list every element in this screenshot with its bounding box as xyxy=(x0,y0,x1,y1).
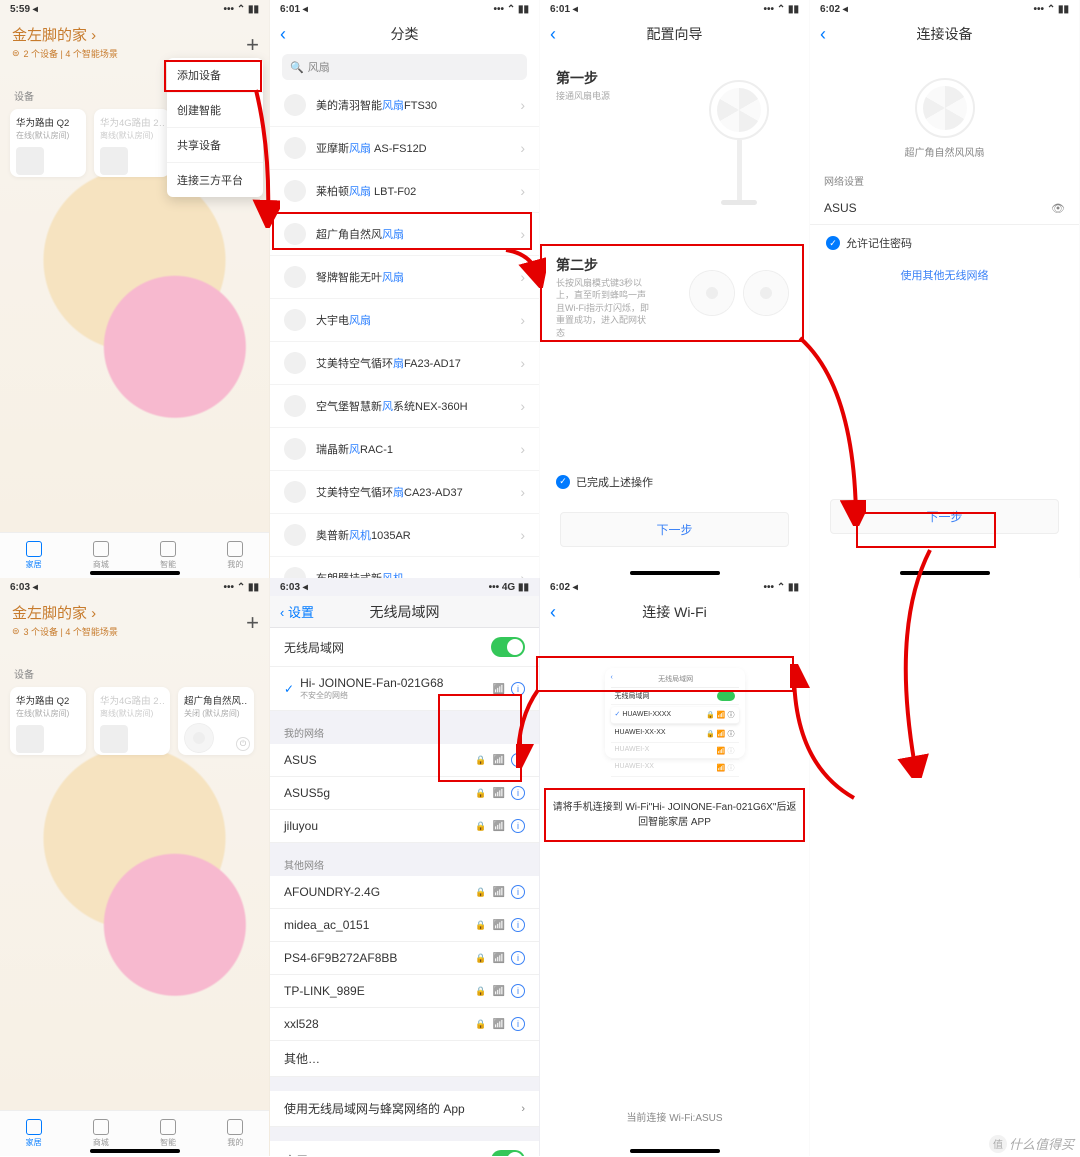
home-indicator xyxy=(90,571,180,575)
device-card[interactable]: 华为4G路由 2…离线(默认房间) xyxy=(94,687,170,755)
wifi-row[interactable]: PS4-6F9B272AF8BBi xyxy=(270,942,539,975)
tab-home[interactable]: 家居 xyxy=(0,533,67,578)
device-icon xyxy=(284,137,306,159)
network-section-label: 网络设置 xyxy=(810,159,1079,192)
tab-me[interactable]: 我的 xyxy=(202,1111,269,1156)
home-title[interactable]: 金左脚的家 › xyxy=(0,596,269,625)
category-item[interactable]: 布朗壁挂式新风机› xyxy=(270,557,539,578)
wifi-row[interactable]: TP-LINK_989Ei xyxy=(270,975,539,1008)
wifi-current-row[interactable]: ✓ Hi- JOINONE-Fan-021G68不安全的网络 i xyxy=(270,667,539,711)
fan-mode-illustration xyxy=(689,270,789,316)
device-icon xyxy=(284,309,306,331)
device-card-fan[interactable]: 超广角自然风…关闭 (默认房间)⏻ xyxy=(178,687,254,755)
screen-wizard: 6:01 ◂••• ⌃ ▮▮ ‹配置向导 第一步 接通风扇电源 第二步 长按风扇… xyxy=(540,0,810,578)
device-icon xyxy=(284,223,306,245)
device-card[interactable]: 华为路由 Q2在线(默认房间) xyxy=(10,687,86,755)
fan-name: 超广角自然风风扇 xyxy=(810,144,1079,159)
add-icon[interactable]: + xyxy=(246,610,259,636)
tab-home[interactable]: 家居 xyxy=(0,1111,67,1156)
page-title: 无线局域网 xyxy=(370,602,440,622)
next-button[interactable]: 下一步 xyxy=(560,512,789,547)
wifi-illustration: ‹无线局域网 无线局域网 ✓ HUAWEI-XXXX🔒 📶 ⓘ HUAWEI-X… xyxy=(605,668,745,758)
plus-menu: 添加设备 创建智能 共享设备 连接三方平台 xyxy=(167,58,263,197)
menu-add-device[interactable]: 添加设备 xyxy=(167,58,263,93)
category-item[interactable]: 空气堡智慧新风系统NEX-360H› xyxy=(270,385,539,428)
home-subtitle: 3 个设备 | 4 个智能场景 xyxy=(24,625,118,638)
instruction-box: 请将手机连接到 Wi-Fi"Hi- JOINONE-Fan-021G6X"后返回… xyxy=(544,788,805,842)
page-title: 连接设备 xyxy=(917,24,973,44)
screen-home-added: 6:03 ◂••• ⌃ ▮▮ 金左脚的家 › + ⊜ 3 个设备 | 4 个智能… xyxy=(0,578,270,1156)
wifi-row[interactable]: ASUSi xyxy=(270,744,539,777)
screen-connect-wifi: 6:02 ◂••• ⌃ ▮▮ ‹连接 Wi-Fi ‹无线局域网 无线局域网 ✓ … xyxy=(540,578,810,1156)
fan-illustration xyxy=(699,80,779,205)
remember-password[interactable]: ✓允许记住密码 xyxy=(810,225,1079,261)
step2-desc: 长按风扇模式键3秒以上，直至听到蜂鸣一声且Wi-Fi指示灯闪烁，即重置成功，进入… xyxy=(540,277,670,344)
menu-share-device[interactable]: 共享设备 xyxy=(167,128,263,163)
device-icon xyxy=(284,94,306,116)
home-title[interactable]: 金左脚的家 › xyxy=(0,18,269,47)
category-item[interactable]: 瑞晶新风RAC-1› xyxy=(270,428,539,471)
screen-category: 6:01 ◂••• ⌃ ▮▮ ‹分类 🔍 风扇 美的清羽智能风扇FTS30›亚摩… xyxy=(270,0,540,578)
category-item[interactable]: 艾美特空气循环扇FA23-AD17› xyxy=(270,342,539,385)
device-icon xyxy=(284,438,306,460)
wifi-row[interactable]: AFOUNDRY-2.4Gi xyxy=(270,876,539,909)
category-item[interactable]: 艾美特空气循环扇CA23-AD37› xyxy=(270,471,539,514)
confirm-checkbox[interactable]: ✓已完成上述操作 xyxy=(540,464,809,500)
fan-icon xyxy=(910,78,980,138)
page-title: 配置向导 xyxy=(647,24,703,44)
wapi-toggle[interactable] xyxy=(491,1150,525,1156)
device-icon xyxy=(284,524,306,546)
device-card[interactable]: 华为4G路由 2…离线(默认房间) xyxy=(94,109,170,177)
category-item[interactable]: 弩牌智能无叶风扇› xyxy=(270,256,539,299)
back-button[interactable]: ‹ xyxy=(820,24,826,45)
back-button[interactable]: ‹ xyxy=(550,602,556,623)
watermark: 值什么值得买 xyxy=(989,1134,1074,1153)
wapi-row[interactable]: 启用 WAPI xyxy=(270,1141,539,1156)
screen-home-menu: 5:59 ◂••• ⌃ ▮▮ 金左脚的家 › ⊜ 2 个设备 | 4 个智能场景… xyxy=(0,0,270,578)
category-item[interactable]: 奥普新风机1035AR› xyxy=(270,514,539,557)
category-item[interactable]: 美的清羽智能风扇FTS30› xyxy=(270,84,539,127)
category-item[interactable]: 大宇电风扇› xyxy=(270,299,539,342)
menu-third-party[interactable]: 连接三方平台 xyxy=(167,163,263,197)
current-wifi-label: 当前连接 Wi-Fi:ASUS xyxy=(540,1109,809,1124)
wifi-row[interactable]: ASUS5gi xyxy=(270,777,539,810)
wifi-other-link[interactable]: 其他… xyxy=(270,1041,539,1077)
category-item[interactable]: 超广角自然风风扇› xyxy=(270,213,539,256)
device-icon xyxy=(284,395,306,417)
wifi-switch-label: 无线局域网 xyxy=(284,639,344,656)
add-icon[interactable]: + xyxy=(246,32,259,58)
device-icon xyxy=(284,481,306,503)
ssid-row[interactable]: ASUS👁 xyxy=(810,192,1079,225)
wifi-row[interactable]: jiluyoui xyxy=(270,810,539,843)
device-icon xyxy=(284,180,306,202)
screen-connect-device: 6:02 ◂••• ⌃ ▮▮ ‹连接设备 超广角自然风风扇 网络设置 ASUS👁… xyxy=(810,0,1080,578)
search-input[interactable]: 🔍 风扇 xyxy=(282,54,527,80)
back-settings[interactable]: ‹ 设置 xyxy=(280,602,314,621)
category-item[interactable]: 莱柏顿风扇 LBT-F02› xyxy=(270,170,539,213)
device-icon xyxy=(284,266,306,288)
wifi-apps-row[interactable]: 使用无线局域网与蜂窝网络的 App› xyxy=(270,1091,539,1127)
status-bar: 5:59 ◂••• ⌃ ▮▮ xyxy=(0,0,269,18)
tab-me[interactable]: 我的 xyxy=(202,533,269,578)
back-button[interactable]: ‹ xyxy=(280,24,286,45)
wifi-toggle[interactable] xyxy=(491,637,525,657)
page-title: 连接 Wi-Fi xyxy=(642,602,707,622)
next-button[interactable]: 下一步 xyxy=(830,499,1059,534)
back-button[interactable]: ‹ xyxy=(550,24,556,45)
page-title: 分类 xyxy=(391,24,419,44)
wifi-row[interactable]: xxl528i xyxy=(270,1008,539,1041)
device-card[interactable]: 华为路由 Q2在线(默认房间) xyxy=(10,109,86,177)
category-item[interactable]: 亚摩斯风扇 AS-FS12D› xyxy=(270,127,539,170)
device-icon xyxy=(284,567,306,578)
other-network-link[interactable]: 使用其他无线网络 xyxy=(810,261,1079,289)
device-icon xyxy=(284,352,306,374)
menu-create-scene[interactable]: 创建智能 xyxy=(167,93,263,128)
screen-wifi-settings: 6:03 ◂••• 4G ▮▮ ‹ 设置无线局域网 无线局域网 ✓ Hi- JO… xyxy=(270,578,540,1156)
wifi-row[interactable]: midea_ac_0151i xyxy=(270,909,539,942)
